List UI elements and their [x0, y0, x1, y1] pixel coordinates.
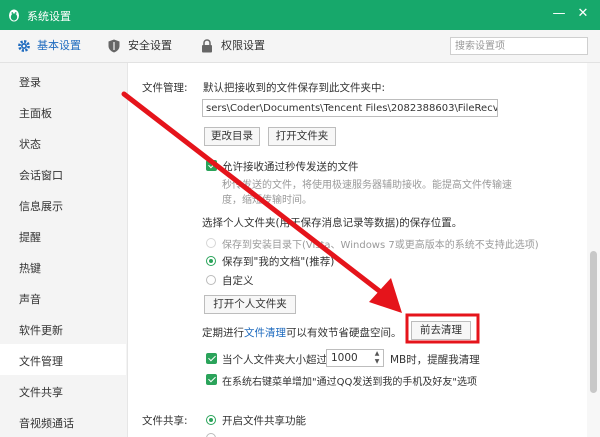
custom-location-label: 自定义 — [222, 275, 254, 287]
sidebar-item-main-panel[interactable]: 主面板 — [0, 96, 126, 127]
allow-flash-transfer-label: 允许接收通过秒传发送的文件 — [222, 161, 359, 173]
save-to-my-documents-radio[interactable] — [206, 256, 216, 266]
sidebar-item-label: 声音 — [19, 293, 41, 306]
open-folder-button[interactable]: 打开文件夹 — [268, 127, 336, 146]
sidebar-item-chat-window[interactable]: 会话窗口 — [0, 158, 126, 189]
size-limit-suffix: MB时，提醒我清理 — [390, 354, 480, 366]
sidebar-item-file-sharing[interactable]: 文件共享 — [0, 375, 126, 406]
file-cleanup-hint-prefix: 定期进行 — [202, 327, 244, 339]
settings-content: 文件管理: 默认把接收到的文件保存到此文件夹中: sers\Coder\Docu… — [128, 63, 586, 437]
sidebar-item-info-display[interactable]: 信息展示 — [0, 189, 126, 220]
context-menu-send-label: 在系统右键菜单增加"通过QQ发送到我的手机及好友"选项 — [222, 377, 477, 388]
save-to-my-documents-label: 保存到"我的文档"(推荐) — [222, 256, 335, 268]
sidebar-item-sound[interactable]: 声音 — [0, 282, 126, 313]
lock-icon — [202, 39, 212, 53]
custom-location-radio[interactable] — [206, 275, 216, 285]
change-directory-button[interactable]: 更改目录 — [204, 127, 260, 146]
size-limit-value: 1000 — [331, 352, 358, 364]
sidebar-item-file-management[interactable]: 文件管理 — [0, 344, 126, 375]
sidebar-item-label: 提醒 — [19, 231, 41, 244]
size-limit-reminder-checkbox[interactable] — [206, 353, 217, 364]
tab-label: 权限设置 — [221, 39, 265, 52]
file-management-section-label: 文件管理: — [142, 82, 188, 94]
sidebar-item-reminders[interactable]: 提醒 — [0, 220, 126, 251]
context-menu-send-checkbox[interactable] — [206, 374, 217, 385]
save-to-install-dir-label: 保存到安装目录下(Vista、Windows 7或更高版本的系统不支持此选项) — [222, 240, 539, 251]
size-limit-label: 当个人文件夹大小超过 — [222, 354, 327, 366]
go-clean-button[interactable]: 前去清理 — [411, 321, 471, 340]
tab-label: 基本设置 — [37, 39, 81, 52]
sidebar-item-label: 主面板 — [19, 107, 52, 120]
tab-permission-settings[interactable]: 权限设置 — [201, 30, 281, 62]
allow-flash-transfer-checkbox[interactable] — [206, 160, 217, 171]
sidebar-item-hotkeys[interactable]: 热键 — [0, 251, 126, 282]
open-personal-folder-button[interactable]: 打开个人文件夹 — [204, 295, 296, 314]
personal-folder-location-label: 选择个人文件夹(用于保存消息记录等数据)的保存位置。 — [202, 217, 463, 229]
enable-file-share-label: 开启文件共享功能 — [222, 415, 306, 427]
save-path-field[interactable]: sers\Coder\Documents\Tencent Files\20823… — [202, 99, 498, 117]
enable-file-share-radio[interactable] — [206, 415, 216, 425]
sidebar-item-label: 登录 — [19, 76, 41, 89]
default-save-location-label: 默认把接收到的文件保存到此文件夹中: — [203, 82, 386, 94]
tab-security-settings[interactable]: 安全设置 — [108, 30, 188, 62]
sidebar-item-label: 信息展示 — [19, 200, 63, 213]
title-bar: 系统设置 — ✕ — [0, 0, 600, 30]
sidebar-item-status[interactable]: 状态 — [0, 127, 126, 158]
scrollbar-thumb[interactable] — [590, 251, 597, 393]
increment-arrow-icon[interactable]: ▲ — [371, 350, 383, 358]
file-cleanup-link[interactable]: 文件清理 — [244, 325, 286, 340]
sidebar-item-software-update[interactable]: 软件更新 — [0, 313, 126, 344]
sidebar-item-label: 会话窗口 — [19, 169, 63, 182]
tab-label: 安全设置 — [128, 39, 172, 52]
content-scrollbar[interactable] — [587, 63, 600, 437]
flash-transfer-description: 秒传发送的文件，将使用极速服务器辅助接收。能提高文件传输速 — [222, 180, 512, 191]
file-share-section-label: 文件共享: — [142, 415, 188, 427]
gear-icon — [18, 40, 30, 52]
shield-icon — [108, 39, 120, 53]
search-settings-input[interactable] — [450, 37, 588, 55]
sidebar-item-login[interactable]: 登录 — [0, 65, 126, 96]
file-share-option-radio[interactable] — [206, 433, 216, 437]
decrement-arrow-icon[interactable]: ▼ — [371, 358, 383, 366]
sidebar-item-label: 文件共享 — [19, 386, 63, 399]
sidebar-item-label: 文件管理 — [19, 355, 63, 368]
minimize-button[interactable]: — — [548, 4, 570, 24]
sidebar-item-label: 软件更新 — [19, 324, 63, 337]
sidebar: 登录 主面板 状态 会话窗口 信息展示 提醒 热键 声音 软件更新 文件管理 文… — [0, 63, 128, 437]
close-button[interactable]: ✕ — [572, 4, 594, 24]
sidebar-item-label: 热键 — [19, 262, 41, 275]
window-title: 系统设置 — [27, 10, 71, 23]
sidebar-item-label: 音视频通话 — [19, 417, 74, 430]
size-limit-stepper[interactable]: 1000 ▲ ▼ — [326, 349, 384, 367]
file-cleanup-hint-suffix: 可以有效节省硬盘空间。 — [286, 327, 402, 339]
sidebar-item-av-calls[interactable]: 音视频通话 — [0, 406, 126, 437]
qq-penguin-icon — [9, 9, 19, 22]
flash-transfer-description: 度，缩短传输时间。 — [222, 195, 312, 206]
sidebar-item-label: 状态 — [19, 138, 41, 151]
tab-basic-settings[interactable]: 基本设置 — [17, 30, 97, 62]
save-to-install-dir-radio[interactable] — [206, 238, 216, 248]
